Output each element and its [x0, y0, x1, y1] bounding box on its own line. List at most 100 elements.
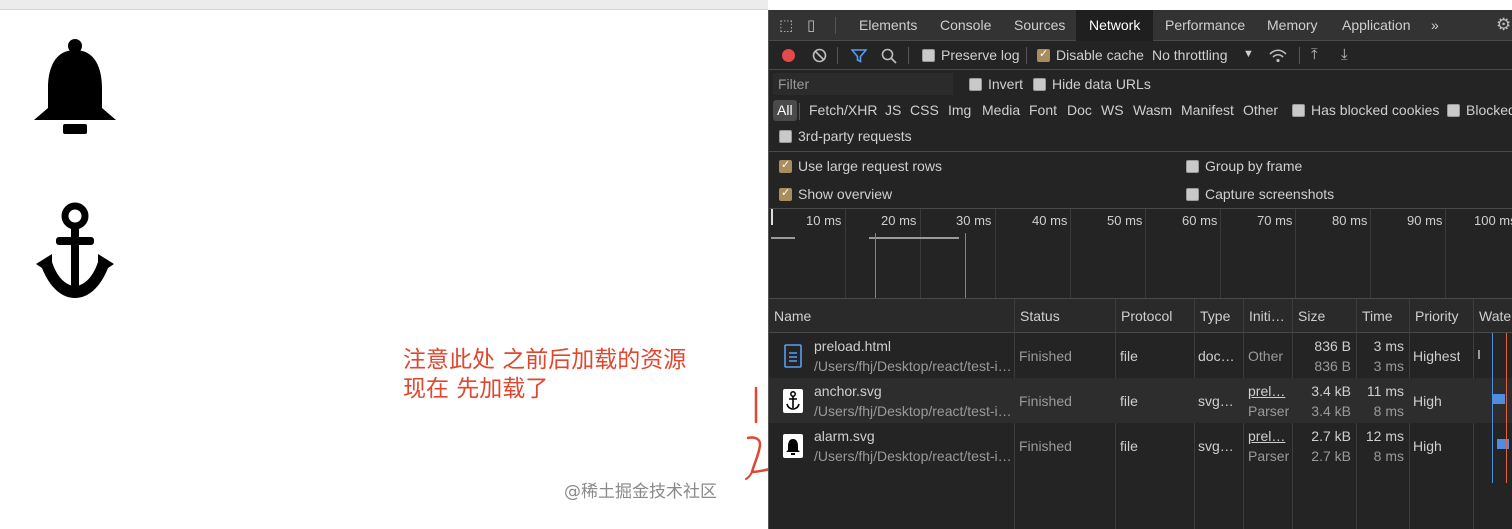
request-initiator-link[interactable]: prel… [1248, 383, 1290, 399]
waterfall-bar [1497, 439, 1509, 449]
type-wasm[interactable]: Wasm [1133, 102, 1172, 118]
column-waterfall[interactable]: Waterf [1473, 299, 1512, 333]
preserve-log-label: Preserve log [941, 47, 1020, 63]
table-row[interactable]: anchor.svg /Users/fhj/Desktop/react/test… [769, 378, 1512, 423]
more-tabs-icon[interactable]: » [1431, 10, 1439, 41]
load-event-marker [965, 233, 966, 298]
table-row[interactable]: alarm.svg /Users/fhj/Desktop/react/test-… [769, 423, 1512, 468]
request-status: Finished [1019, 348, 1072, 364]
third-party-checkbox[interactable] [779, 130, 792, 143]
throttling-select[interactable]: No throttling [1152, 47, 1227, 63]
show-overview-checkbox[interactable] [779, 186, 792, 201]
column-initiator[interactable]: Initi… [1243, 299, 1292, 333]
request-protocol: file [1120, 393, 1138, 409]
tick-label: 40 ms [1032, 213, 1068, 228]
tick-label: 30 ms [956, 213, 992, 228]
network-conditions-icon[interactable] [1268, 48, 1288, 64]
column-type[interactable]: Type [1194, 299, 1243, 333]
devtools-panel: ⬚ ▯ Elements Console Sources Network Per… [768, 10, 1512, 529]
type-fetch-xhr[interactable]: Fetch/XHR [809, 102, 877, 118]
large-rows-checkbox[interactable] [779, 158, 792, 173]
disable-cache-checkbox[interactable] [1037, 47, 1050, 62]
requests-table-header: Name Status Protocol Type Initi… Size Ti… [769, 299, 1512, 333]
type-css[interactable]: CSS [910, 102, 939, 118]
resource-type-filter: All Fetch/XHR JS CSS Img Media Font Doc … [769, 98, 1512, 124]
device-toolbar-icon[interactable]: ▯ [807, 16, 815, 34]
column-status[interactable]: Status [1014, 299, 1115, 333]
divider [1026, 47, 1027, 64]
tab-performance[interactable]: Performance [1165, 10, 1245, 41]
type-all[interactable]: All [773, 100, 797, 121]
tab-elements[interactable]: Elements [859, 10, 917, 41]
clear-icon[interactable] [812, 48, 827, 63]
request-protocol: file [1120, 438, 1138, 454]
type-other[interactable]: Other [1243, 102, 1278, 118]
grid-line [1295, 209, 1296, 298]
divider [1299, 47, 1300, 64]
column-priority[interactable]: Priority [1409, 299, 1473, 333]
document-icon [784, 344, 802, 368]
grid-line [1445, 209, 1446, 298]
request-initiator-link[interactable]: prel… [1248, 428, 1290, 444]
overview-window-handle[interactable] [771, 209, 773, 225]
capture-screenshots-checkbox[interactable] [1186, 188, 1199, 201]
tab-application[interactable]: Application [1342, 10, 1411, 41]
preserve-log-checkbox[interactable] [922, 49, 935, 62]
chevron-down-icon[interactable]: ▼ [1243, 48, 1254, 60]
waterfall-bar [1493, 394, 1505, 404]
third-party-row: 3rd-party requests [769, 124, 1512, 151]
column-protocol[interactable]: Protocol [1115, 299, 1194, 333]
request-time: 12 ms [1365, 428, 1404, 444]
type-media[interactable]: Media [982, 102, 1020, 118]
request-size: 836 B [1314, 338, 1351, 354]
has-blocked-cookies-checkbox[interactable] [1292, 104, 1305, 117]
devtools-tab-bar: ⬚ ▯ Elements Console Sources Network Per… [769, 10, 1512, 41]
column-size[interactable]: Size [1292, 299, 1356, 333]
request-name: anchor.svg [814, 383, 882, 399]
annotation-note: 注意此处 之前后加载的资源 现在 先加载了 [403, 346, 686, 404]
type-font[interactable]: Font [1029, 102, 1057, 118]
type-img[interactable]: Img [948, 102, 971, 118]
record-icon[interactable] [781, 48, 796, 63]
capture-screenshots-label: Capture screenshots [1205, 186, 1335, 202]
waterfall-bar [1478, 350, 1480, 359]
request-priority: Highest [1413, 348, 1461, 364]
invert-checkbox[interactable] [969, 78, 982, 91]
browser-top-strip [0, 0, 768, 10]
export-har-icon[interactable]: ⤓ [1341, 46, 1348, 63]
table-row[interactable]: preload.html /Users/fhj/Desktop/react/te… [769, 333, 1512, 378]
request-status: Finished [1019, 438, 1072, 454]
tab-sources[interactable]: Sources [1014, 10, 1065, 41]
dom-content-loaded-line [1492, 333, 1493, 483]
timeline-overview[interactable]: 10 ms 20 ms 30 ms 40 ms 50 ms 60 ms 70 m… [769, 208, 1512, 299]
hide-data-urls-checkbox[interactable] [1033, 78, 1046, 91]
search-icon[interactable] [881, 48, 897, 64]
column-name[interactable]: Name [769, 299, 1014, 333]
request-resource-size: 3.4 kB [1311, 403, 1351, 419]
group-by-frame-checkbox[interactable] [1186, 160, 1199, 173]
show-overview-label: Show overview [798, 186, 893, 202]
inspect-element-icon[interactable]: ⬚ [779, 16, 793, 34]
settings-gear-icon[interactable]: ⚙ [1496, 15, 1511, 35]
anchor-icon [36, 202, 114, 298]
tab-network[interactable]: Network [1076, 10, 1154, 41]
filter-icon[interactable] [851, 48, 867, 63]
tick-label: 20 ms [881, 213, 917, 228]
overview-bar [869, 237, 959, 239]
blocked-requests-checkbox[interactable] [1447, 104, 1460, 117]
column-time[interactable]: Time [1356, 299, 1409, 333]
type-js[interactable]: JS [885, 102, 901, 118]
import-har-icon[interactable]: ⤒ [1311, 46, 1318, 63]
divider [837, 47, 838, 64]
type-manifest[interactable]: Manifest [1181, 102, 1234, 118]
filter-bar: Filter Invert Hide data URLs [769, 70, 1512, 98]
tab-console[interactable]: Console [940, 10, 991, 41]
request-time: 11 ms [1366, 383, 1404, 399]
large-rows-label: Use large request rows [798, 158, 942, 174]
type-doc[interactable]: Doc [1067, 102, 1092, 118]
type-ws[interactable]: WS [1101, 102, 1124, 118]
request-initiator: Other [1248, 348, 1284, 364]
tick-label: 100 ms [1474, 213, 1512, 228]
tab-memory[interactable]: Memory [1267, 10, 1318, 41]
filter-input[interactable]: Filter [773, 73, 953, 95]
